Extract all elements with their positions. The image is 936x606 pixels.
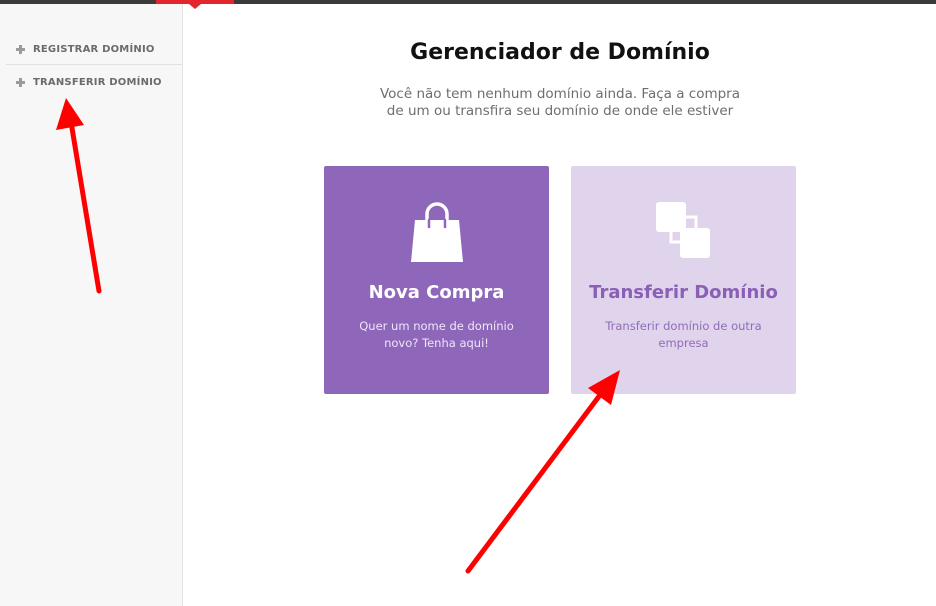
plus-icon [14, 42, 28, 56]
transfer-domain-card[interactable]: Transferir Domínio Transferir domínio de… [571, 166, 796, 394]
transfer-squares-icon [656, 202, 710, 258]
plus-icon [14, 75, 28, 89]
card-title: Nova Compra [368, 282, 505, 303]
page-title: Gerenciador de Domínio [410, 40, 710, 65]
new-purchase-card[interactable]: Nova Compra Quer um nome de domínio novo… [324, 166, 549, 394]
card-description: Quer um nome de domínio novo? Tenha aqui… [359, 319, 514, 350]
active-menu-caret [189, 4, 201, 9]
subtitle-line: Você não tem nenhum domínio ainda. Faça … [379, 86, 741, 102]
subtitle-line: de um ou transfira seu domínio de onde e… [386, 103, 734, 119]
annotation-arrow-card [465, 370, 620, 574]
shopping-bag-icon [411, 202, 463, 262]
page-subtitle: Você não tem nenhum domínio ainda. Faça … [360, 86, 760, 120]
sidebar-item-registrar-dominio[interactable]: REGISTRAR DOMÍNIO [6, 34, 182, 65]
card-description: Transferir domínio de outra empresa [605, 319, 762, 350]
card-title: Transferir Domínio [589, 282, 778, 303]
sidebar-item-label: TRANSFERIR DOMÍNIO [33, 76, 162, 88]
sidebar-item-transferir-dominio[interactable]: TRANSFERIR DOMÍNIO [6, 67, 182, 97]
sidebar-item-label: REGISTRAR DOMÍNIO [33, 43, 155, 55]
sidebar: REGISTRAR DOMÍNIO TRANSFERIR DOMÍNIO [0, 4, 183, 606]
